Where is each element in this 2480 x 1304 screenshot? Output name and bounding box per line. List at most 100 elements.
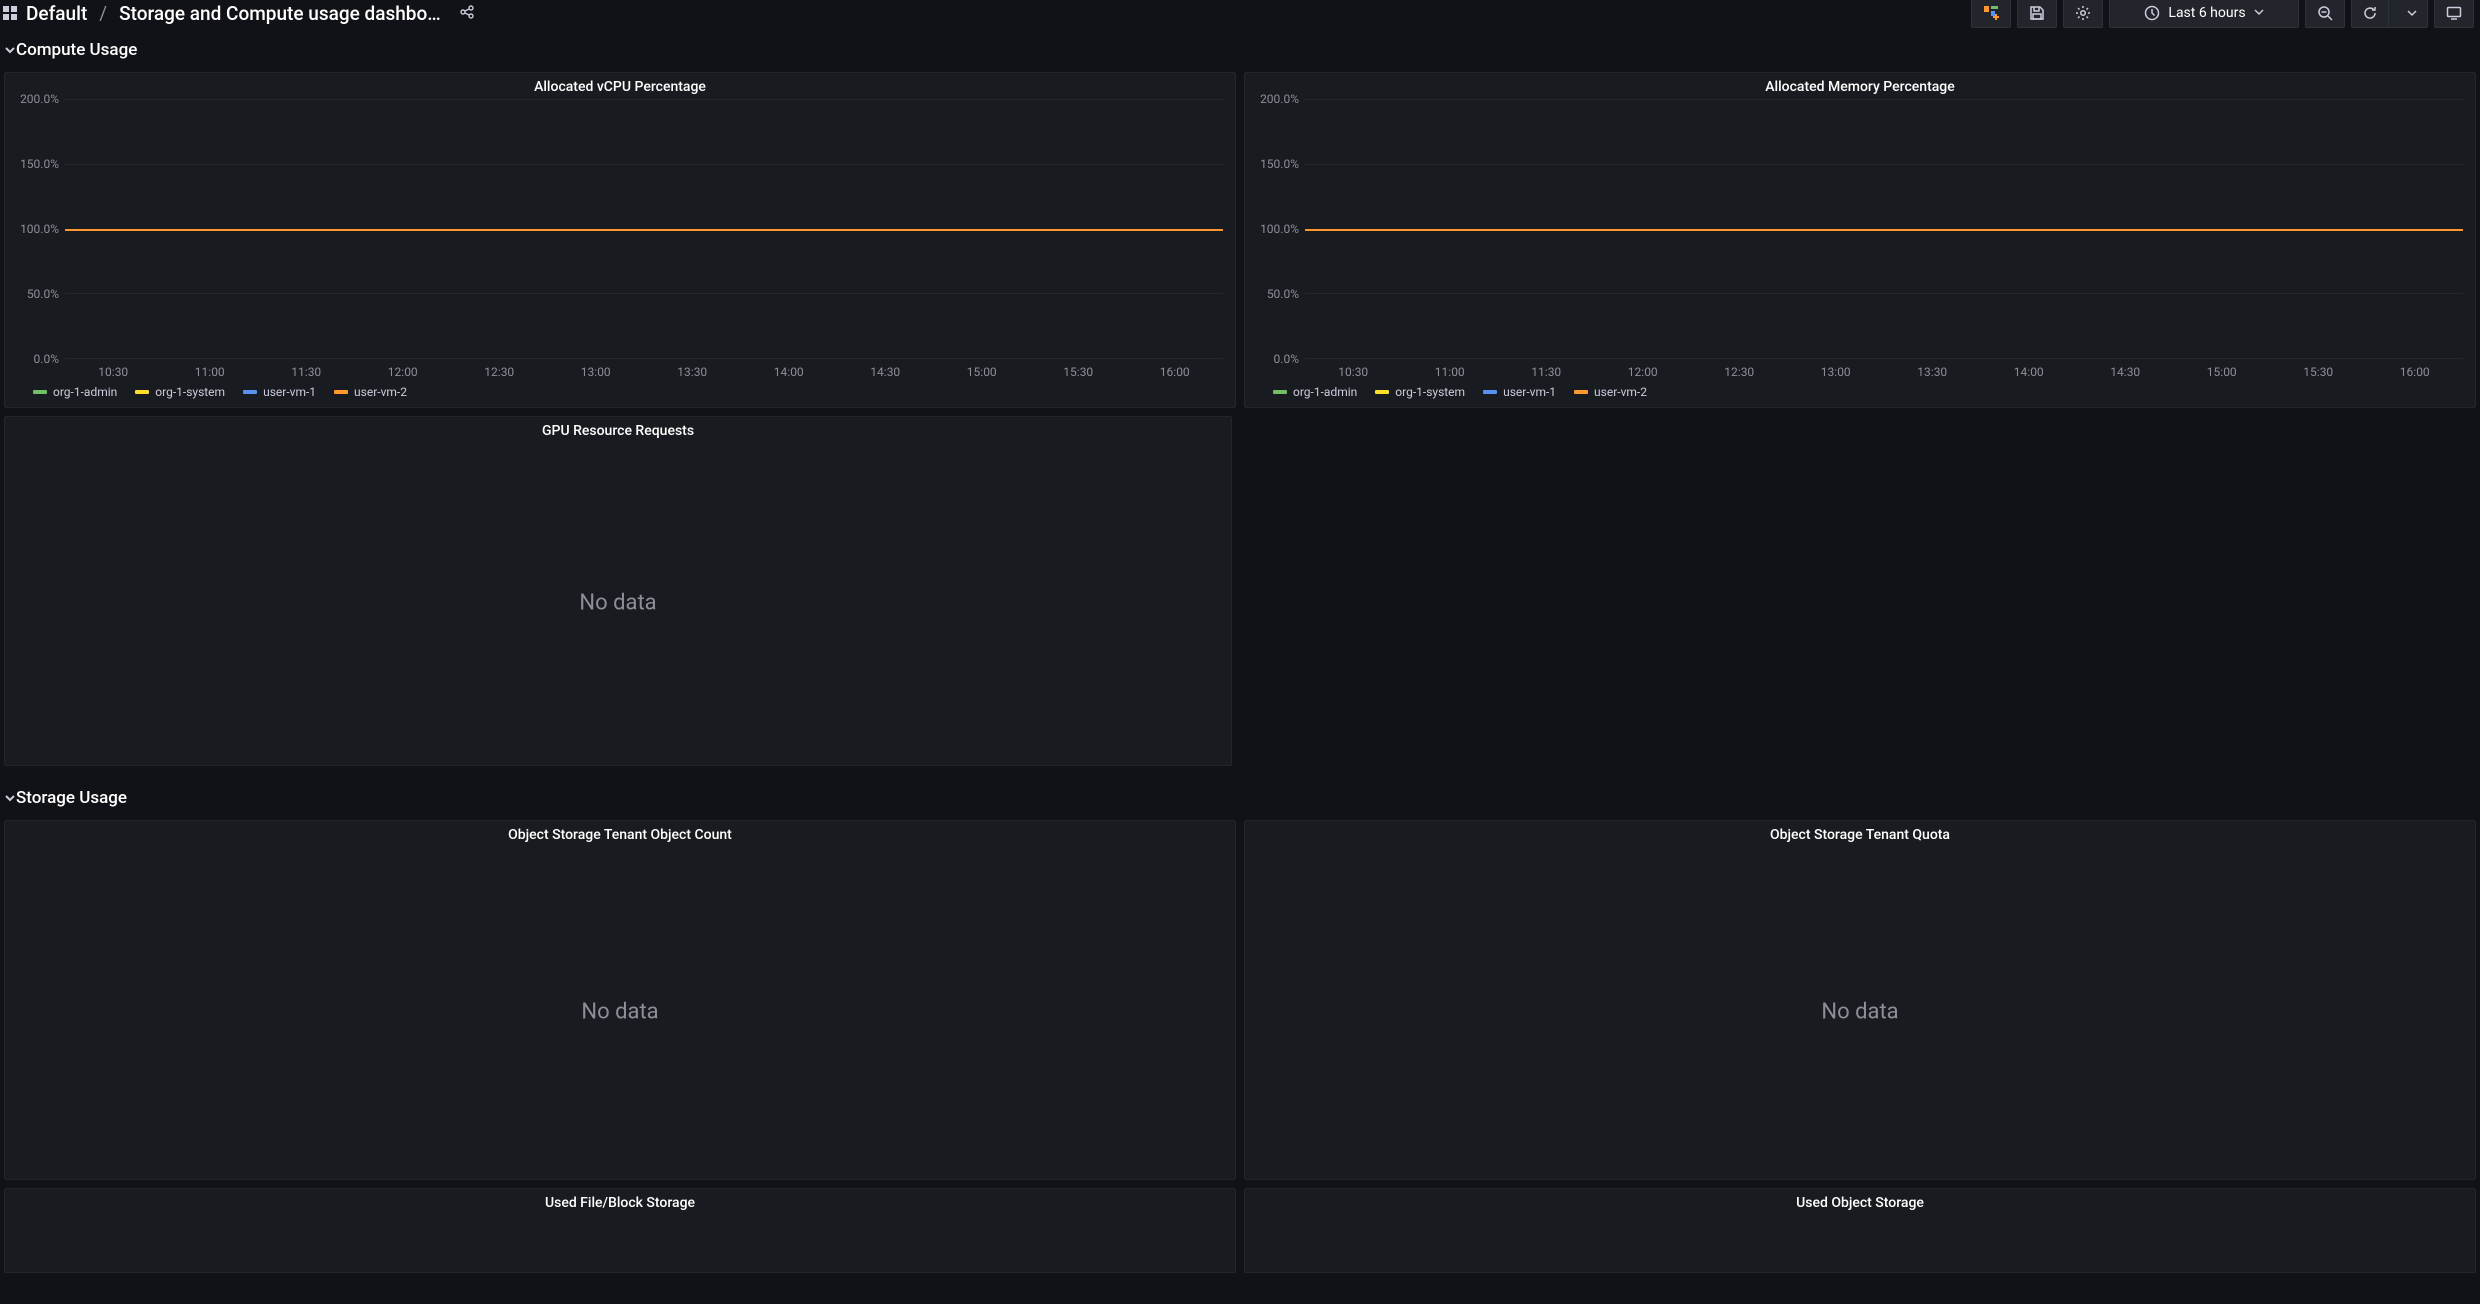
y-tick: 150.0% — [1260, 157, 1299, 171]
legend-item[interactable]: org-1-system — [1375, 385, 1465, 399]
storage-row-panels-2: Used File/Block Storage Used Object Stor… — [0, 1188, 2480, 1281]
refresh-interval-dropdown[interactable] — [2397, 0, 2427, 28]
x-tick: 10:30 — [1305, 365, 1402, 379]
dashboard-settings-button[interactable] — [2063, 0, 2103, 28]
add-panel-button[interactable] — [1971, 0, 2011, 28]
legend-item[interactable]: org-1-admin — [1273, 385, 1357, 399]
x-tick: 12:00 — [355, 365, 452, 379]
refresh-now[interactable] — [2352, 0, 2389, 28]
time-range-label: Last 6 hours — [2168, 5, 2245, 21]
dashboard-topbar: Default / Storage and Compute usage dash… — [0, 0, 2480, 26]
y-tick: 200.0% — [20, 92, 59, 106]
panel-object-storage-title: Used Object Storage — [1245, 1189, 2475, 1215]
chart-legend: org-1-admin org-1-system user-vm-1 user-vm-… — [5, 381, 1235, 407]
panel-object-quota-title: Object Storage Tenant Quota — [1245, 821, 2475, 847]
panel-object-storage[interactable]: Used Object Storage — [1244, 1188, 2476, 1273]
x-tick: 11:30 — [1498, 365, 1595, 379]
tv-mode-button[interactable] — [2434, 0, 2474, 28]
x-tick: 11:00 — [162, 365, 259, 379]
refresh-button[interactable] — [2351, 0, 2428, 28]
legend-item[interactable]: user-vm-1 — [1483, 385, 1556, 399]
legend-item[interactable]: user-vm-2 — [334, 385, 407, 399]
panel-gpu-title: GPU Resource Requests — [5, 417, 1231, 443]
y-tick: 150.0% — [20, 157, 59, 171]
legend-item[interactable]: user-vm-2 — [1574, 385, 1647, 399]
x-tick: 11:00 — [1402, 365, 1499, 379]
legend-item[interactable]: user-vm-1 — [243, 385, 316, 399]
row-title: Storage Usage — [16, 788, 127, 808]
zoom-out-button[interactable] — [2305, 0, 2345, 28]
x-tick: 12:00 — [1595, 365, 1692, 379]
chevron-down-icon — [4, 792, 16, 804]
x-tick: 13:30 — [1884, 365, 1981, 379]
share-icon[interactable] — [459, 4, 475, 23]
panel-object-count[interactable]: Object Storage Tenant Object Count No da… — [4, 820, 1236, 1180]
chevron-down-icon — [4, 44, 16, 56]
x-tick: 15:00 — [2174, 365, 2271, 379]
panel-memory-title: Allocated Memory Percentage — [1245, 73, 2475, 99]
x-tick: 16:00 — [2367, 365, 2464, 379]
save-dashboard-button[interactable] — [2017, 0, 2057, 28]
x-tick: 13:00 — [548, 365, 645, 379]
panel-object-count-title: Object Storage Tenant Object Count — [5, 821, 1235, 847]
chart-plot: 0.0%50.0%100.0%150.0%200.0% — [1245, 99, 2475, 359]
y-tick: 100.0% — [20, 222, 59, 236]
breadcrumb-separator: / — [99, 2, 107, 25]
x-tick: 15:30 — [2270, 365, 2367, 379]
x-tick: 16:00 — [1127, 365, 1224, 379]
no-data-label: No data — [579, 591, 656, 616]
x-tick: 12:30 — [451, 365, 548, 379]
chevron-down-icon — [2407, 8, 2417, 18]
x-tick: 11:30 — [258, 365, 355, 379]
x-tick: 10:30 — [65, 365, 162, 379]
breadcrumb-dashboard-title[interactable]: Storage and Compute usage dashbo… — [119, 2, 441, 25]
series-line — [1305, 229, 2463, 231]
panel-gpu[interactable]: GPU Resource Requests No data — [4, 416, 1232, 766]
panel-memory[interactable]: Allocated Memory Percentage 0.0% 50.0% 100… — [1244, 72, 2476, 408]
refresh-icon — [2362, 5, 2378, 21]
series-line — [65, 229, 1223, 231]
y-tick: 50.0% — [27, 287, 59, 301]
panel-vcpu[interactable]: Allocated vCPU Percentage 0.0% 50.0% 100.0… — [4, 72, 1236, 408]
breadcrumb-folder[interactable]: Default — [26, 2, 87, 25]
chart-plot: 0.0%50.0%100.0%150.0%200.0% — [5, 99, 1235, 359]
chevron-down-icon — [2254, 6, 2264, 20]
x-tick: 15:30 — [1030, 365, 1127, 379]
panel-empty-placeholder — [1240, 416, 2476, 766]
x-tick: 13:30 — [644, 365, 741, 379]
compute-row-panels-2: GPU Resource Requests No data — [0, 416, 2480, 774]
x-tick: 13:00 — [1788, 365, 1885, 379]
compute-row-panels-1: Allocated vCPU Percentage 0.0% 50.0% 100.0… — [0, 72, 2480, 416]
chart-legend: org-1-admin org-1-system user-vm-1 user-vm-… — [1245, 381, 2475, 407]
legend-item[interactable]: org-1-system — [135, 385, 225, 399]
panel-vcpu-title: Allocated vCPU Percentage — [5, 73, 1235, 99]
chart-x-axis: 10:3011:0011:3012:0012:3013:0013:3014:00… — [1245, 359, 2475, 381]
row-title: Compute Usage — [16, 40, 137, 60]
row-storage-usage[interactable]: Storage Usage — [0, 774, 2480, 820]
x-tick: 14:00 — [1981, 365, 2078, 379]
legend-item[interactable]: org-1-admin — [33, 385, 117, 399]
y-tick: 0.0% — [34, 352, 59, 366]
toolbar: Last 6 hours — [1971, 0, 2474, 28]
breadcrumb: Default / Storage and Compute usage dash… — [2, 2, 475, 25]
x-tick: 14:30 — [837, 365, 934, 379]
no-data-label: No data — [581, 1000, 658, 1025]
y-tick: 200.0% — [1260, 92, 1299, 106]
dashboard-grid-icon[interactable] — [2, 5, 18, 21]
y-tick: 0.0% — [1274, 352, 1299, 366]
y-tick: 100.0% — [1260, 222, 1299, 236]
x-tick: 12:30 — [1691, 365, 1788, 379]
panel-object-quota[interactable]: Object Storage Tenant Quota No data — [1244, 820, 2476, 1180]
y-tick: 50.0% — [1267, 287, 1299, 301]
storage-row-panels-1: Object Storage Tenant Object Count No da… — [0, 820, 2480, 1188]
row-compute-usage[interactable]: Compute Usage — [0, 26, 2480, 72]
time-range-picker[interactable]: Last 6 hours — [2109, 0, 2299, 28]
no-data-label: No data — [1821, 1000, 1898, 1025]
panel-file-block-title: Used File/Block Storage — [5, 1189, 1235, 1215]
clock-icon — [2144, 5, 2160, 21]
x-tick: 14:30 — [2077, 365, 2174, 379]
panel-file-block[interactable]: Used File/Block Storage — [4, 1188, 1236, 1273]
x-tick: 14:00 — [741, 365, 838, 379]
x-tick: 15:00 — [934, 365, 1031, 379]
chart-x-axis: 10:3011:0011:3012:0012:3013:0013:3014:00… — [5, 359, 1235, 381]
